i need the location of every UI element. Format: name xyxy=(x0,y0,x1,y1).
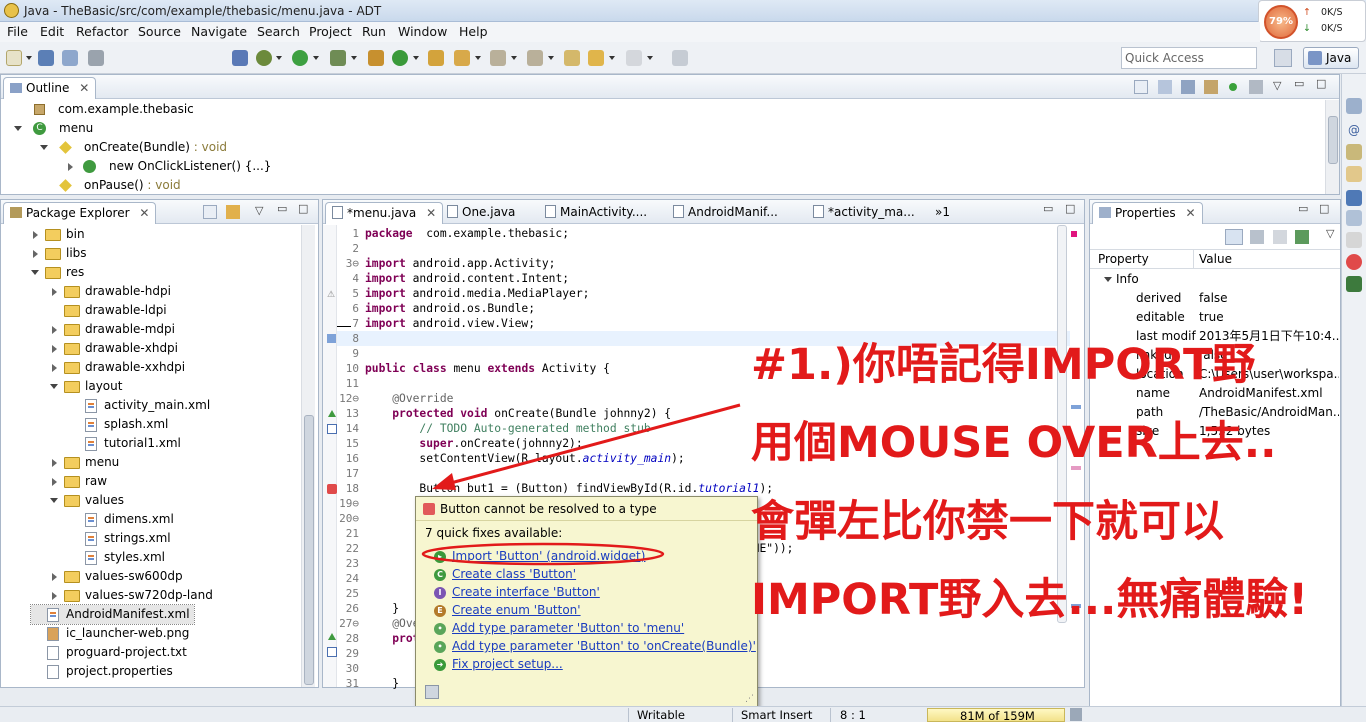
status-insert-mode: Smart Insert xyxy=(741,708,813,722)
annotation-arrow-line xyxy=(446,403,741,486)
annotation-arrow-head xyxy=(432,473,456,490)
status-cursor-position: 8 : 1 xyxy=(840,708,866,722)
annotation-line-2: 用個MOUSE OVER上去.. xyxy=(751,418,1277,468)
status-bar: Writable Smart Insert 8 : 1 81M of 159M xyxy=(0,706,1366,722)
annotation-line-4: IMPORT野入去...無痛體驗! xyxy=(751,575,1308,625)
heap-status-label: 81M of 159M xyxy=(960,709,1035,722)
annotation-highlight-ellipse xyxy=(421,542,665,566)
heap-status[interactable]: 81M of 159M xyxy=(927,708,1065,722)
annotation-line-3: 會彈左比你禁一下就可以 xyxy=(751,497,1224,547)
annotation-line-1: #1.)你唔記得IMPORT野 xyxy=(751,340,1256,390)
status-writable: Writable xyxy=(637,708,685,722)
garbage-collect-icon[interactable] xyxy=(1070,708,1082,721)
